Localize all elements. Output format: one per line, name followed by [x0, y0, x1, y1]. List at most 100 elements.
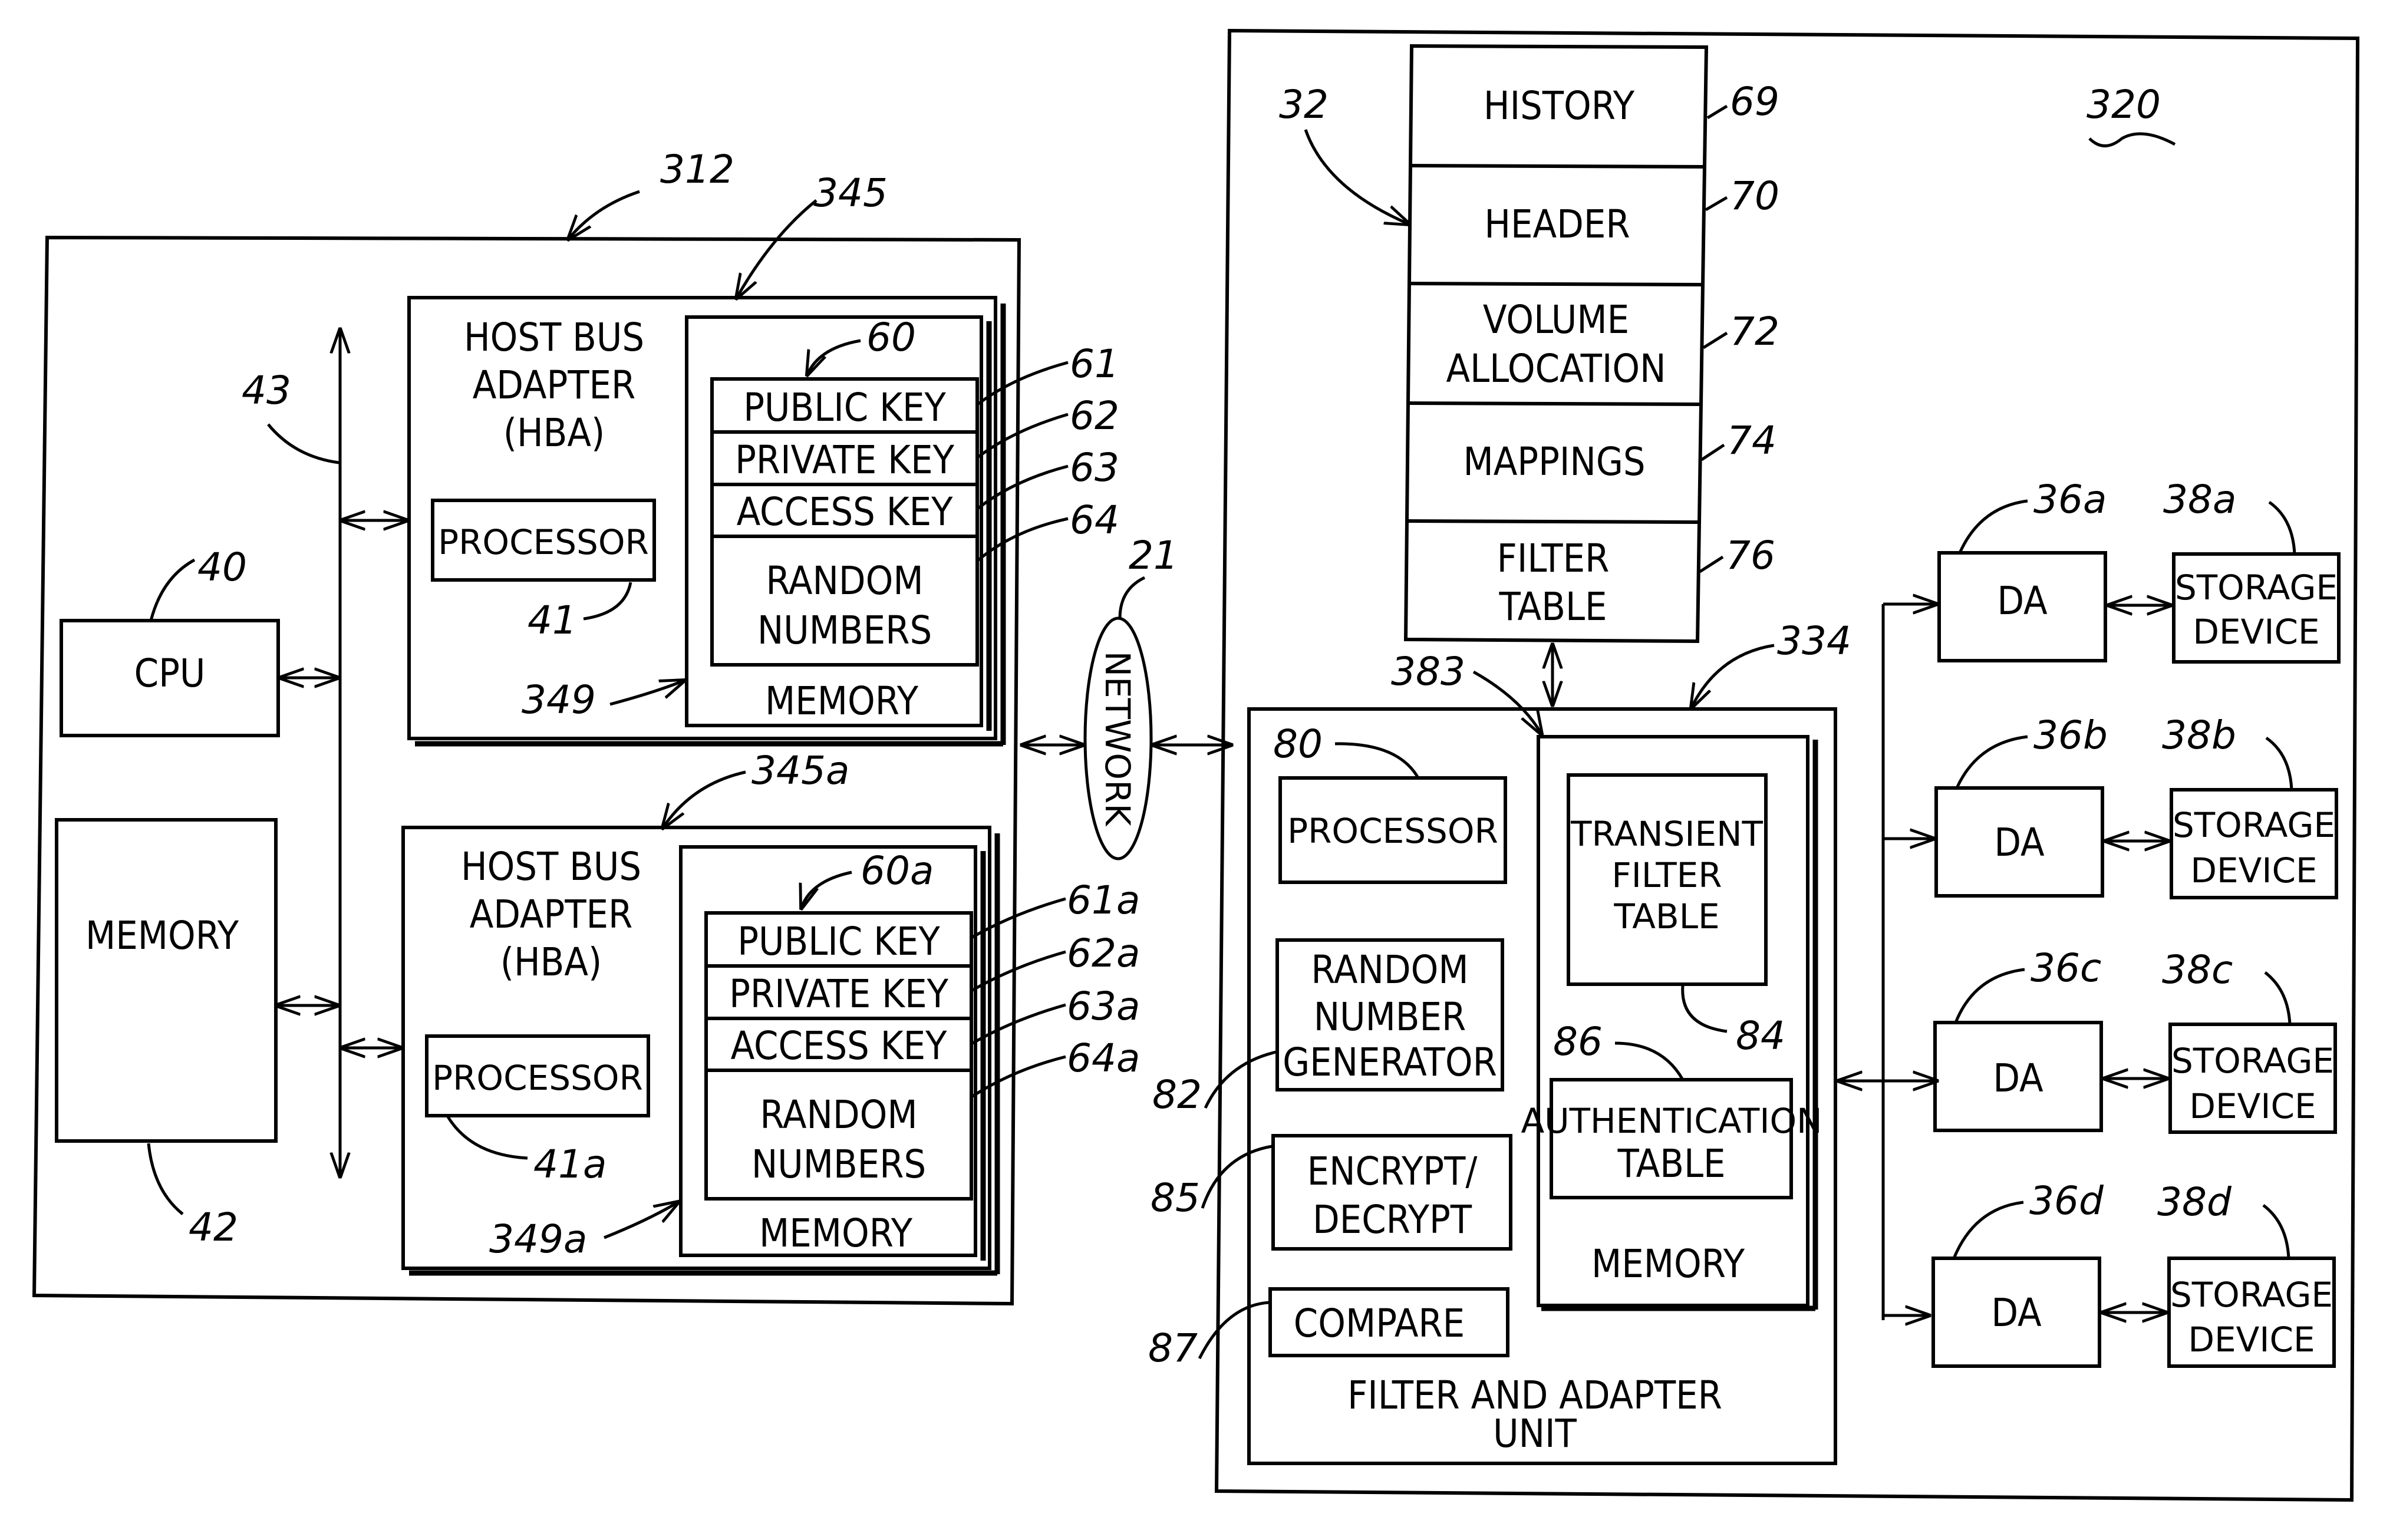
leader-arrow [663, 770, 746, 827]
ref-label: 32 [1279, 82, 1329, 127]
ref-label: 36a [2033, 477, 2107, 522]
leader-line [583, 582, 632, 621]
ref-label: 349a [489, 1216, 587, 1262]
ref-label: 36c [2031, 945, 2101, 991]
ref-label: 84 [1736, 1013, 1785, 1058]
filter-adapter-unit: FILTER AND ADAPTER UNIT 334 PROCESSOR 80… [1148, 618, 1851, 1465]
ref-label: 320 [2087, 82, 2161, 127]
ref-label: 70 [1730, 173, 1779, 219]
ref-label: 86 [1553, 1019, 1603, 1064]
leader-arrow [1304, 129, 1409, 224]
network: NETWORK 21 [1023, 533, 1231, 860]
storage-device-label: STORAGE [2170, 1275, 2333, 1315]
host-system: 312 43 CPU 40 MEMORY 42 HOST BUS ADAPTER… [32, 147, 1140, 1306]
patent-diagram: 312 43 CPU 40 MEMORY 42 HOST BUS ADAPTER… [32, 28, 2360, 1502]
ref-label: 82 [1152, 1072, 1202, 1117]
leader-arrow [802, 870, 852, 908]
config-stack: HISTORY HEADER VOLUME ALLOCATION MAPPING… [1279, 44, 1779, 704]
leader-line [977, 413, 1069, 459]
cpu-label: CPU [134, 651, 206, 696]
ref-label: 42 [189, 1205, 238, 1250]
header-row: HEADER [1484, 202, 1630, 247]
fau-memory-label: MEMORY [1591, 1241, 1745, 1287]
ref-label: 38a [2163, 477, 2236, 522]
hba-title: HOST BUS [464, 315, 644, 360]
ref-label: 40 [197, 545, 247, 590]
ref-label: 87 [1148, 1325, 1198, 1371]
leader-line [977, 464, 1069, 509]
rng-label: NUMBER [1314, 994, 1466, 1040]
storage-device-label: DEVICE [2193, 612, 2319, 652]
storage-device-label: STORAGE [2171, 1041, 2334, 1081]
ref-label: 61 [1070, 341, 1119, 387]
transient-filter-table-label: TRANSIENT [1570, 814, 1763, 854]
ref-label: 38b [2162, 713, 2236, 758]
filter-table-row: TABLE [1498, 584, 1607, 629]
leader-line [267, 423, 339, 464]
row-divider [1407, 401, 1702, 406]
authentication-table-label: TABLE [1617, 1141, 1725, 1186]
ref-label: 43 [242, 368, 291, 413]
hba-title: ADAPTER [473, 362, 636, 408]
hba-processor-label: PROCESSOR [438, 522, 649, 562]
random-numbers-field: RANDOM [760, 1092, 917, 1137]
leader-arrow [604, 1202, 678, 1239]
ref-label: 64 [1070, 497, 1119, 543]
leader-line [1952, 1201, 2024, 1259]
disk-adapter-a: DA 36a STORAGE DEVICE 38a [1937, 477, 2341, 664]
leader-line [1204, 1050, 1277, 1109]
da-label: DA [1997, 578, 2048, 624]
ref-label: 76 [1726, 533, 1775, 578]
volume-allocation-row: ALLOCATION [1446, 346, 1666, 391]
storage-device-label: DEVICE [2190, 850, 2317, 891]
leader-line [977, 517, 1069, 561]
ref-label: 38d [2157, 1179, 2232, 1225]
leader-line [971, 1055, 1066, 1098]
fau-processor-label: PROCESSOR [1287, 811, 1498, 851]
encrypt-decrypt-label: ENCRYPT/ [1307, 1149, 1478, 1194]
private-key-field: PRIVATE KEY [735, 437, 954, 483]
leader-line [1699, 555, 1724, 573]
leader-line [2262, 1204, 2290, 1259]
leader-line [1958, 499, 2028, 554]
mappings-row: MAPPINGS [1463, 439, 1645, 484]
volume-allocation-row: VOLUME [1483, 297, 1629, 342]
ref-label: 21 [1129, 533, 1178, 578]
hba-1: HOST BUS ADAPTER (HBA) 345 PROCESSOR 41 … [342, 170, 1119, 747]
leader-line [1702, 331, 1728, 349]
leader-line [971, 1003, 1066, 1045]
storage-device-label: DEVICE [2188, 1320, 2315, 1360]
row-divider [1406, 519, 1700, 524]
leader-line [2264, 971, 2292, 1025]
da-label: DA [1991, 1290, 2042, 1335]
ref-label: 38c [2162, 947, 2233, 992]
row-divider [1408, 282, 1704, 286]
random-numbers-field: NUMBERS [751, 1142, 926, 1187]
leader-line [1334, 742, 1419, 778]
hba-title: (HBA) [503, 410, 605, 456]
ref-label: 72 [1730, 309, 1779, 354]
transient-filter-table-label: FILTER [1611, 855, 1722, 895]
ref-label: 349 [522, 677, 596, 723]
transient-filter-table-label: TABLE [1613, 896, 1719, 936]
leader-line [2265, 736, 2293, 790]
ref-label: 345 [813, 170, 888, 216]
leader-arrow [807, 339, 861, 374]
ref-label: 41a [533, 1142, 607, 1187]
leader-line [2268, 500, 2296, 555]
ref-label: 85 [1151, 1175, 1200, 1221]
ref-label: 60a [861, 848, 934, 893]
storage-device-label: DEVICE [2189, 1086, 2316, 1126]
ref-label: 60 [866, 315, 916, 360]
hba-processor-label: PROCESSOR [432, 1058, 643, 1098]
leader-line [1955, 735, 2028, 789]
ref-label: 383 [1391, 649, 1465, 694]
leader-line [1705, 196, 1728, 212]
disk-adapter-b: DA 36b STORAGE DEVICE 38b [1934, 713, 2338, 899]
rng-label: RANDOM [1311, 947, 1468, 992]
disk-adapter-d: DA 36d STORAGE DEVICE 38d [1931, 1178, 2336, 1368]
leader-line [1706, 104, 1728, 120]
fau-title: UNIT [1493, 1411, 1577, 1456]
filter-table-row: FILTER [1497, 536, 1610, 581]
ref-label: 69 [1730, 79, 1779, 124]
